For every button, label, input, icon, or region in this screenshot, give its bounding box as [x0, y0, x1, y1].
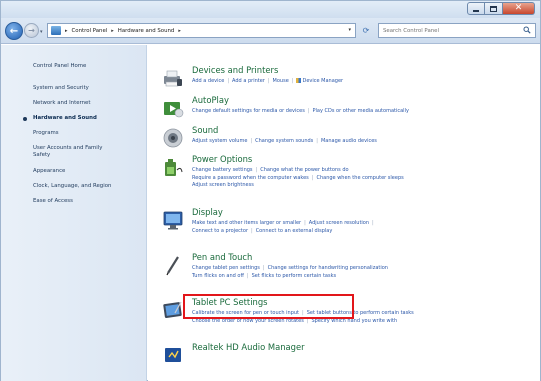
link-make-text-larger[interactable]: Make text and other items larger or smal… — [192, 220, 301, 226]
link-connect-external-display[interactable]: Connect to an external display — [256, 228, 333, 234]
link-play-cds-automatically[interactable]: Play CDs or other media automatically — [313, 108, 409, 114]
audio-manager-icon[interactable] — [162, 344, 184, 366]
link-connect-to-projector[interactable]: Connect to a projector — [192, 228, 248, 234]
forward-button[interactable]: → — [24, 23, 39, 38]
minimize-button[interactable] — [467, 2, 485, 15]
chevron-right-icon[interactable]: ▸ — [111, 28, 114, 34]
link-change-system-sounds[interactable]: Change system sounds — [255, 138, 313, 144]
chevron-right-icon[interactable]: ▸ — [178, 28, 181, 34]
category-links: Add a device | Add a printer | Mouse | Device … — [192, 78, 344, 84]
nav-programs[interactable]: Programs — [33, 130, 59, 137]
category-title[interactable]: Power Options — [192, 154, 252, 164]
nav-appearance[interactable]: Appearance — [33, 168, 65, 175]
category-links: Change tablet pen settings | Change settin… — [192, 265, 388, 279]
category-title[interactable]: Realtek HD Audio Manager — [192, 342, 305, 352]
display-icon[interactable] — [162, 209, 184, 231]
tablet-icon[interactable] — [162, 299, 184, 321]
maximize-button[interactable] — [485, 2, 503, 15]
breadcrumb-hardware-and-sound[interactable]: Hardware and Sound — [118, 28, 175, 34]
address-bar[interactable]: ▸ Control Panel ▸ Hardware and Sound ▸ ▾ — [47, 23, 356, 38]
link-require-password-on-wake[interactable]: Require a password when the computer wak… — [192, 175, 309, 181]
link-adjust-screen-brightness[interactable]: Adjust screen brightness — [192, 182, 254, 188]
category-title[interactable]: Display — [192, 207, 223, 217]
caption-buttons: ✕ — [467, 2, 535, 15]
search-input[interactable] — [383, 27, 518, 34]
main-content: Devices and Printers Add a device | Add a … — [148, 45, 540, 381]
forward-arrow-icon: → — [28, 26, 35, 35]
navigation-pane: Control Panel Home System and Security N… — [1, 45, 147, 381]
link-change-tablet-pen-settings[interactable]: Change tablet pen settings — [192, 265, 260, 271]
battery-icon[interactable] — [162, 156, 184, 178]
link-add-a-device[interactable]: Add a device — [192, 78, 224, 84]
nav-system-and-security[interactable]: System and Security — [33, 85, 89, 92]
category-links: Make text and other items larger or smal… — [192, 220, 374, 234]
link-set-flicks-tasks[interactable]: Set flicks to perform certain tasks — [252, 273, 337, 279]
link-turn-flicks-on-off[interactable]: Turn flicks on and off — [192, 273, 244, 279]
close-button[interactable]: ✕ — [503, 2, 535, 15]
link-change-when-computer-sleeps[interactable]: Change when the computer sleeps — [316, 175, 403, 181]
nav-clock-language-region[interactable]: Clock, Language, and Region — [33, 183, 111, 190]
search-box[interactable] — [378, 23, 536, 38]
pen-icon[interactable] — [162, 254, 184, 276]
nav-ease-of-access[interactable]: Ease of Access — [33, 198, 73, 205]
refresh-icon: ⟳ — [362, 26, 370, 35]
recent-pages-dropdown[interactable]: ▾ — [40, 29, 43, 35]
control-panel-icon — [51, 26, 61, 35]
link-add-a-printer[interactable]: Add a printer — [232, 78, 265, 84]
link-manage-audio-devices[interactable]: Manage audio devices — [321, 138, 377, 144]
back-button[interactable]: ← — [5, 22, 23, 40]
link-change-power-buttons[interactable]: Change what the power buttons do — [260, 167, 348, 173]
maximize-icon — [490, 5, 497, 12]
nav-control-panel-home[interactable]: Control Panel Home — [33, 63, 86, 70]
category-title[interactable]: Pen and Touch — [192, 252, 252, 262]
category-title[interactable]: Sound — [192, 125, 218, 135]
control-panel-window: ✕ ← → ▾ ▸ Control Panel ▸ Hardware and S… — [0, 0, 541, 381]
uac-shield-icon — [296, 78, 302, 83]
minimize-icon — [473, 10, 479, 12]
printer-icon[interactable] — [162, 67, 184, 89]
link-mouse[interactable]: Mouse — [273, 78, 289, 84]
refresh-button[interactable]: ⟳ — [358, 24, 374, 37]
back-arrow-icon: ← — [9, 25, 19, 37]
close-icon: ✕ — [514, 3, 523, 13]
nav-user-accounts[interactable]: User Accounts and Family Safety — [33, 145, 113, 159]
highlight-box — [183, 294, 354, 319]
title-bar: ✕ — [1, 1, 540, 18]
speaker-icon[interactable] — [162, 127, 184, 149]
navigation-bar: ← → ▾ ▸ Control Panel ▸ Hardware and Sou… — [1, 18, 540, 44]
nav-hardware-and-sound[interactable]: Hardware and Sound — [33, 115, 97, 122]
link-adjust-screen-resolution[interactable]: Adjust screen resolution — [309, 220, 369, 226]
category-title[interactable]: Devices and Printers — [192, 65, 278, 75]
chevron-right-icon[interactable]: ▸ — [65, 28, 68, 34]
link-change-default-settings[interactable]: Change default settings for media or dev… — [192, 108, 305, 114]
link-device-manager[interactable]: Device Manager — [302, 78, 343, 84]
nav-network-and-internet[interactable]: Network and Internet — [33, 100, 90, 107]
link-adjust-system-volume[interactable]: Adjust system volume — [192, 138, 247, 144]
category-title[interactable]: AutoPlay — [192, 95, 229, 105]
current-item-bullet-icon — [23, 117, 27, 121]
category-links: Adjust system volume | Change system sound… — [192, 138, 377, 144]
search-icon[interactable] — [523, 26, 531, 34]
category-links: Change battery settings | Change what the … — [192, 167, 404, 188]
address-dropdown-icon[interactable]: ▾ — [348, 27, 351, 33]
autoplay-icon[interactable] — [162, 97, 184, 119]
category-links: Change default settings for media or dev… — [192, 108, 409, 114]
breadcrumb-control-panel[interactable]: Control Panel — [72, 28, 108, 34]
link-change-battery-settings[interactable]: Change battery settings — [192, 167, 253, 173]
link-handwriting-personalization[interactable]: Change settings for handwriting personal… — [268, 265, 388, 271]
